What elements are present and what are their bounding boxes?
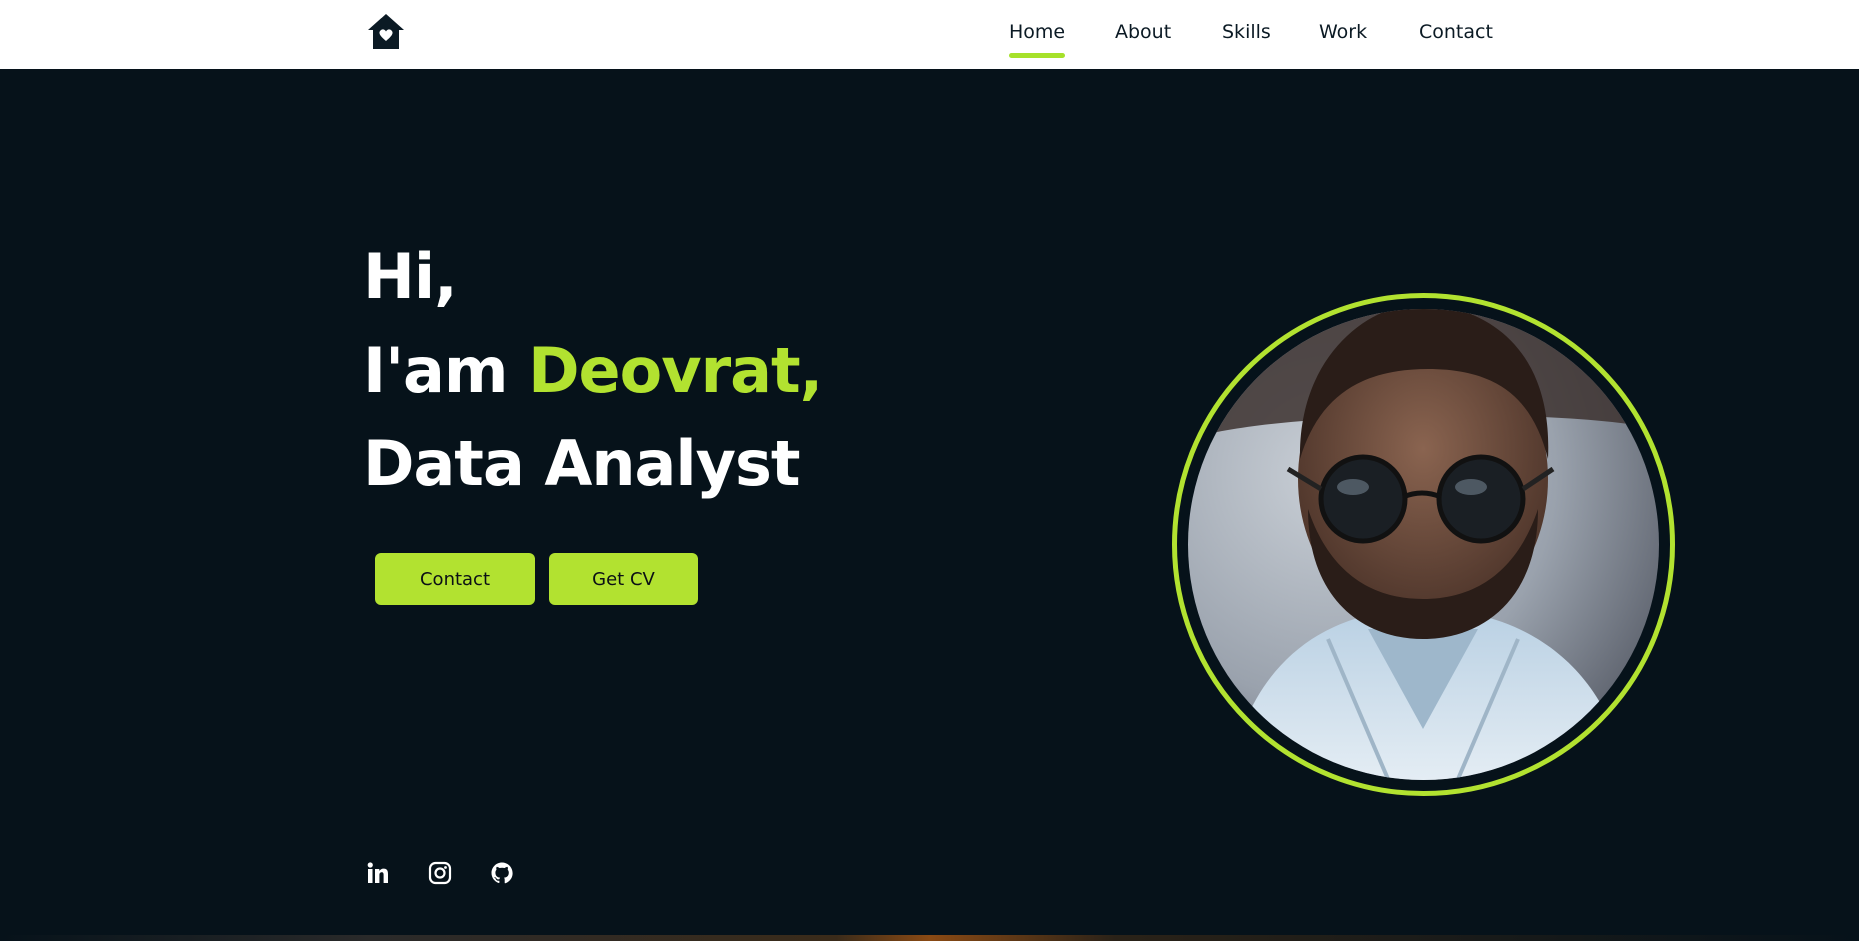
home-heart-logo-icon[interactable] [366,12,406,52]
nav-about[interactable]: About [1115,21,1171,43]
hero-intro-line: I'am Deovrat, [363,340,923,402]
hero-role: Data Analyst [363,427,801,500]
hero-greeting: Hi, [363,240,458,313]
nav-home[interactable]: Home [1009,21,1066,58]
top-navbar: Home About Skills Work Contact [0,0,1859,69]
get-cv-button[interactable]: Get CV [549,553,698,605]
hero-name: Deovrat, [528,334,823,407]
nav-contact[interactable]: Contact [1419,21,1493,43]
bottom-edge-strip [0,935,1859,941]
nav-work[interactable]: Work [1319,21,1367,43]
contact-button[interactable]: Contact [375,553,535,605]
profile-photo [1188,309,1659,780]
linkedin-icon[interactable] [364,859,392,887]
main-nav: Home About Skills Work Contact [980,0,1520,69]
hero-intro-prefix: I'am [363,334,529,407]
nav-skills[interactable]: Skills [1222,21,1271,43]
instagram-icon[interactable] [426,859,454,887]
github-icon[interactable] [488,859,516,887]
